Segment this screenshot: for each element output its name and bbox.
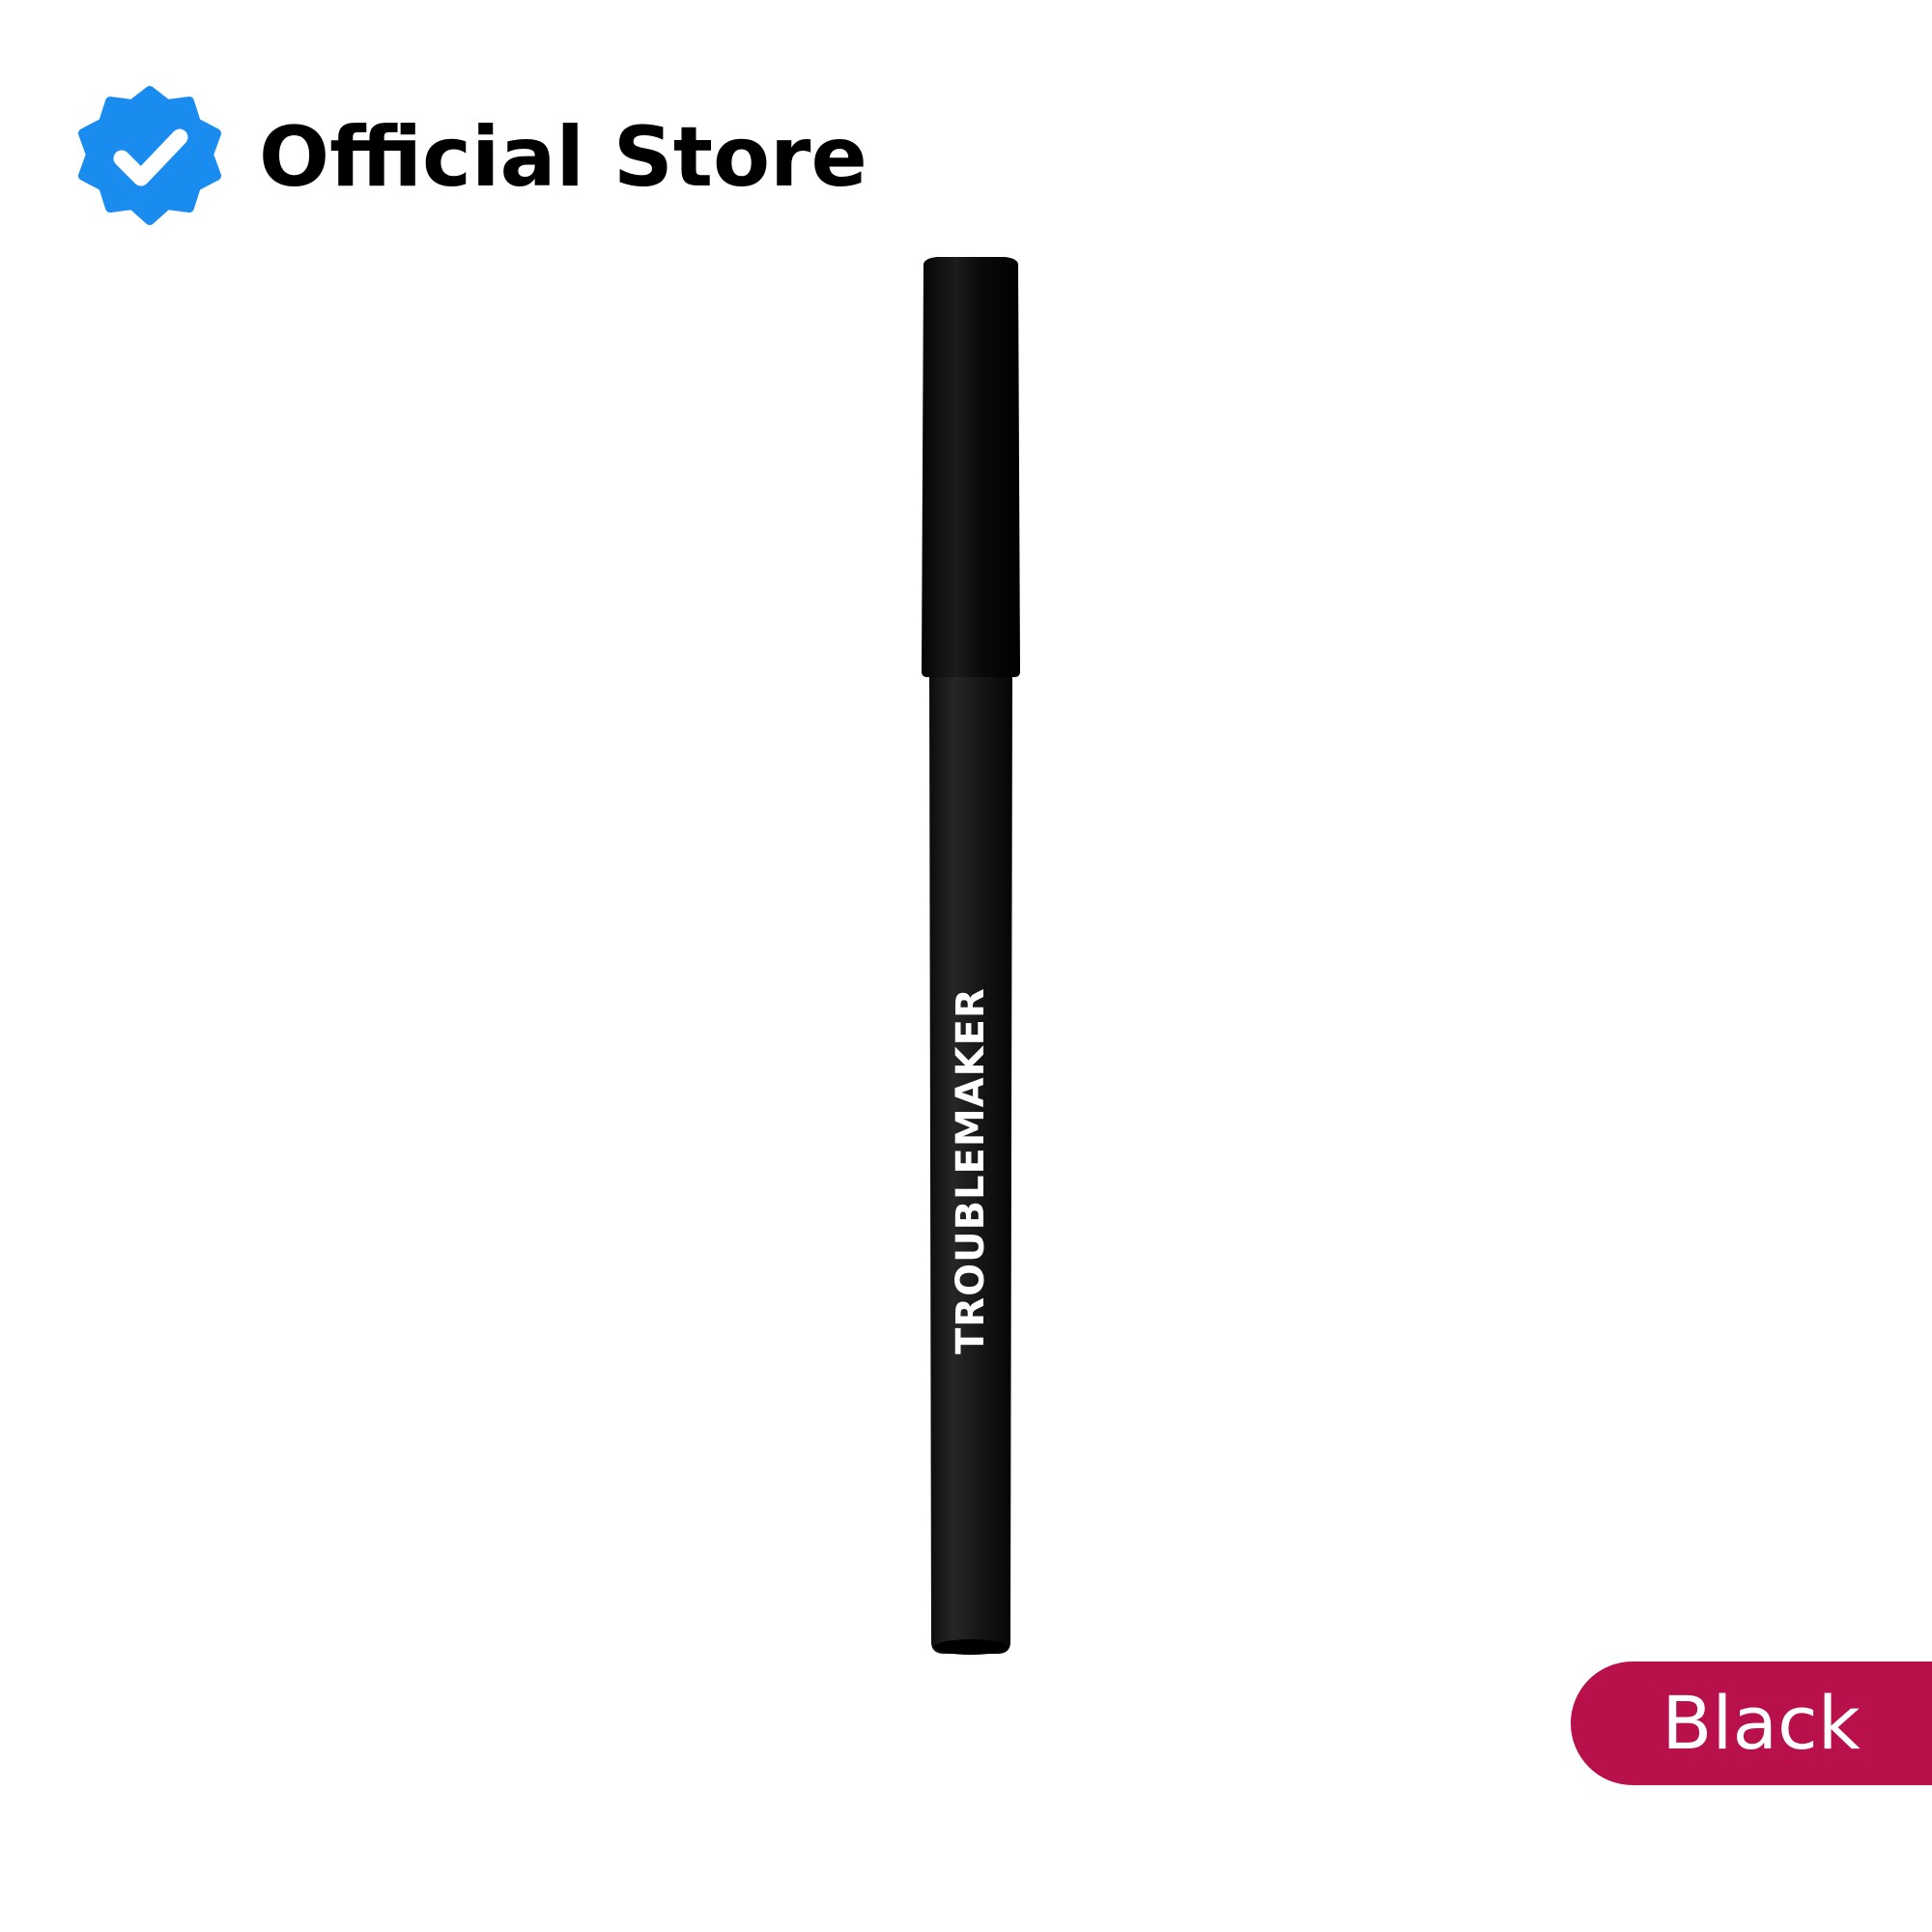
- store-label: Official Store: [259, 109, 867, 206]
- variant-badge: Black: [1571, 1662, 1932, 1785]
- verified-badge-icon: [78, 86, 221, 225]
- product-image-card: Official Store TROUBLEMAKER Black: [0, 0, 1932, 1932]
- variant-label: Black: [1662, 1680, 1861, 1766]
- official-store-header: Official Store: [77, 85, 867, 230]
- brand-text: TROUBLEMAKER: [949, 987, 993, 1354]
- eyeliner-pencil-image: TROUBLEMAKER: [922, 257, 1020, 1655]
